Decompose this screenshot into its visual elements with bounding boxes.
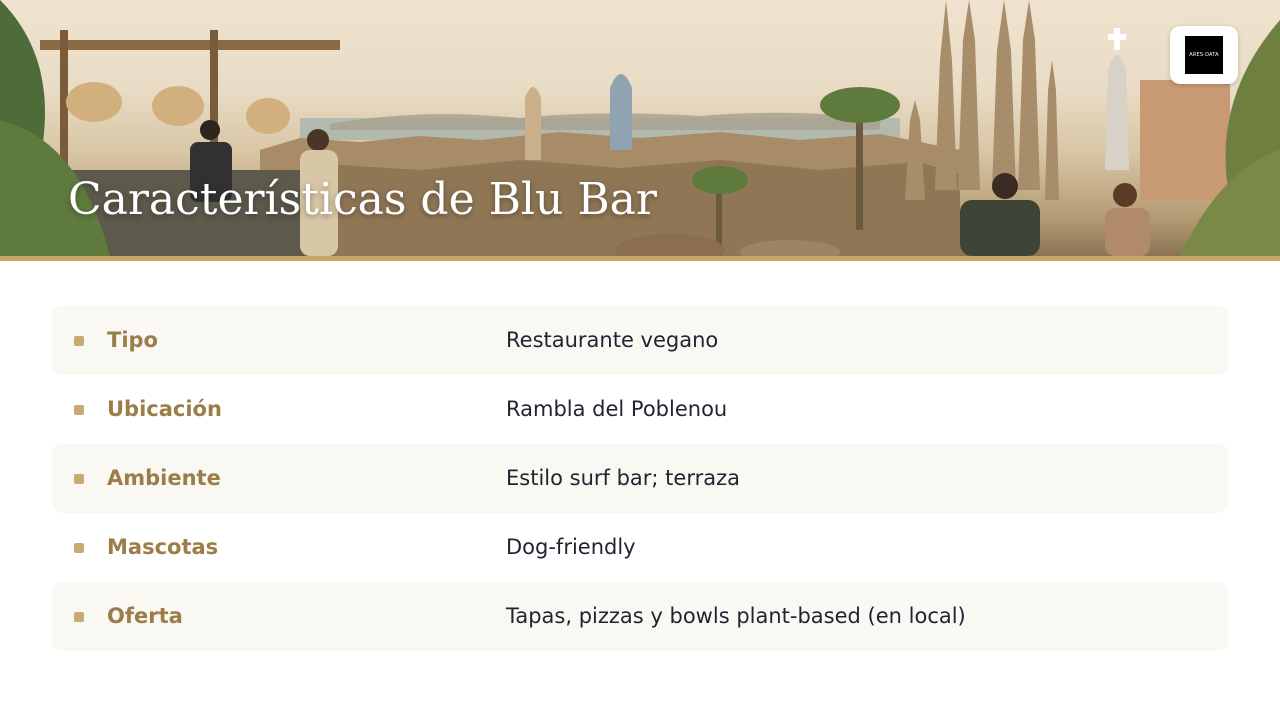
- feature-row-tipo: Tipo Restaurante vegano: [52, 306, 1228, 375]
- feature-value: Dog-friendly: [506, 535, 636, 559]
- feature-value: Tapas, pizzas y bowls plant-based (en lo…: [506, 604, 966, 628]
- header-divider: [0, 256, 1280, 261]
- page-title: Características de Blu Bar: [68, 174, 657, 225]
- header-banner-illustration: Características de Blu Bar ARES·DATA: [0, 0, 1280, 256]
- feature-label: Ambiente: [107, 466, 221, 490]
- logo-mark-icon: ARES·DATA: [1185, 36, 1223, 74]
- feature-row-oferta: Oferta Tapas, pizzas y bowls plant-based…: [52, 582, 1228, 651]
- company-logo: ARES·DATA: [1170, 26, 1238, 84]
- feature-value: Estilo surf bar; terraza: [506, 466, 740, 490]
- bullet-icon: [74, 543, 84, 553]
- features-list: Tipo Restaurante vegano Ubicación Rambla…: [52, 306, 1228, 651]
- bullet-icon: [74, 612, 84, 622]
- feature-row-ambiente: Ambiente Estilo surf bar; terraza: [52, 444, 1228, 513]
- feature-label: Oferta: [107, 604, 183, 628]
- feature-value: Rambla del Poblenou: [506, 397, 728, 421]
- feature-value: Restaurante vegano: [506, 328, 719, 352]
- feature-label: Ubicación: [107, 397, 222, 421]
- feature-row-ubicacion: Ubicación Rambla del Poblenou: [52, 375, 1228, 444]
- bullet-icon: [74, 474, 84, 484]
- feature-label: Mascotas: [107, 535, 219, 559]
- bullet-icon: [74, 405, 84, 415]
- bullet-icon: [74, 336, 84, 346]
- logo-text: ARES·DATA: [1189, 52, 1219, 58]
- feature-row-mascotas: Mascotas Dog-friendly: [52, 513, 1228, 582]
- feature-label: Tipo: [107, 328, 158, 352]
